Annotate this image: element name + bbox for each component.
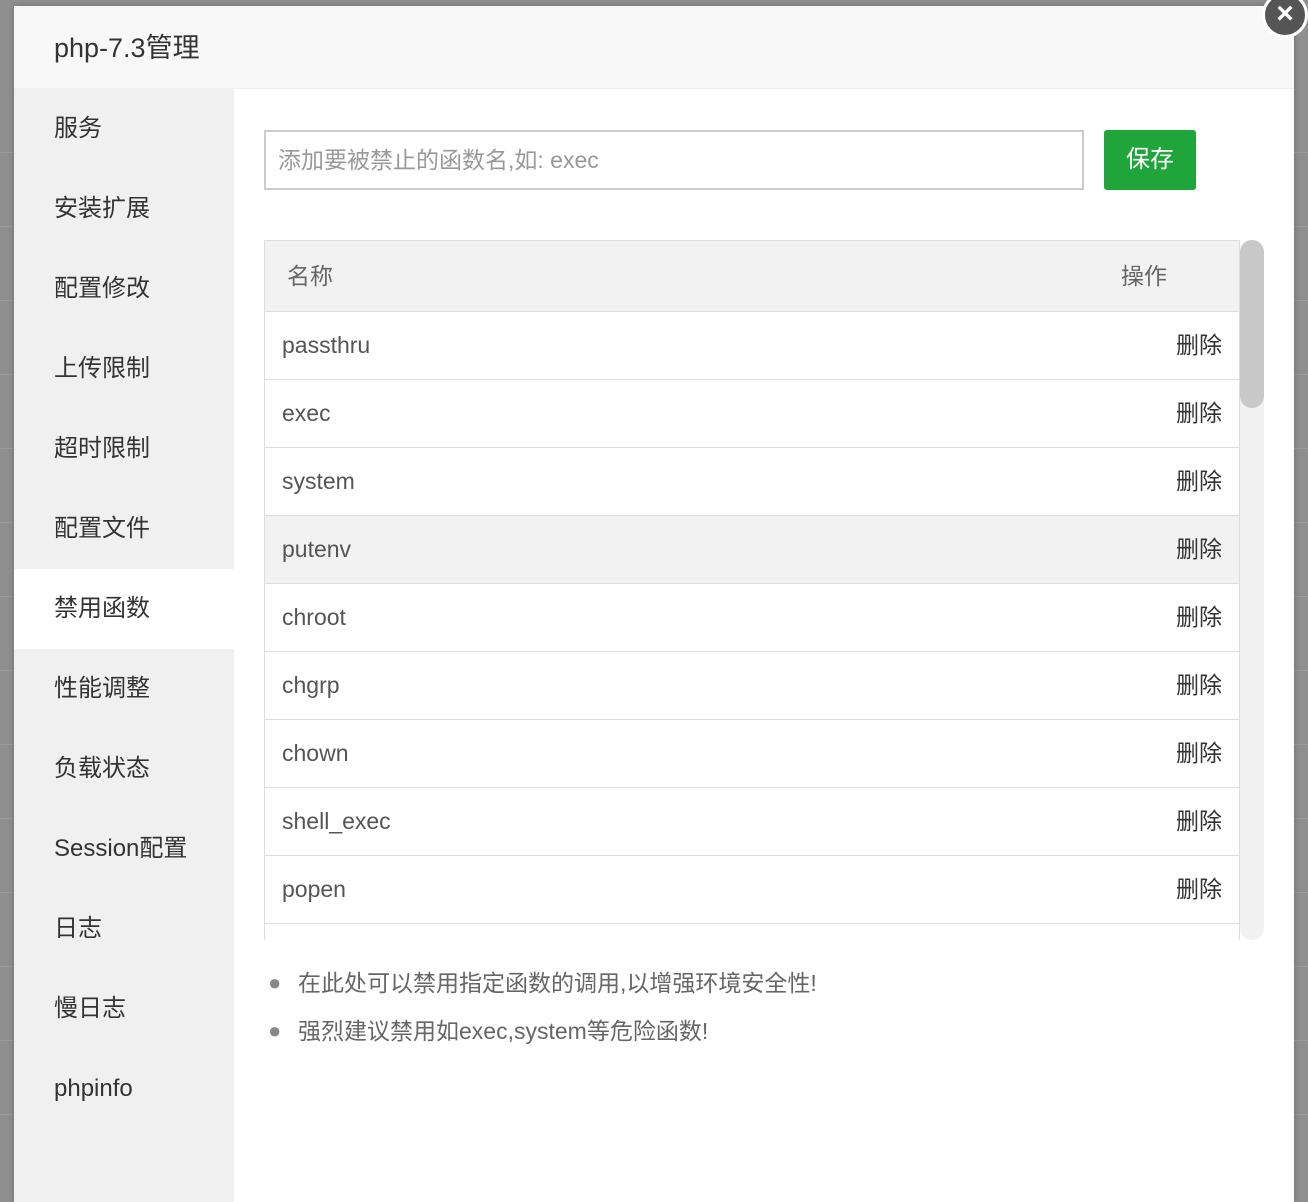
scrollbar-thumb[interactable]: [1240, 240, 1264, 408]
delete-link[interactable]: 删除: [1176, 380, 1222, 447]
sidebar-item-disabled-functions[interactable]: 禁用函数: [14, 569, 234, 649]
function-name: chgrp: [282, 672, 340, 698]
sidebar-item-service[interactable]: 服务: [14, 89, 234, 169]
function-name: shell_exec: [282, 808, 391, 834]
delete-link[interactable]: 删除: [1176, 720, 1222, 787]
function-name: putenv: [282, 536, 352, 562]
tip-item: ● 在此处可以禁用指定函数的调用,以增强环境安全性!: [268, 959, 1278, 1007]
table-row: shell_exec 删除: [265, 788, 1239, 856]
tip-text: 强烈建议禁用如exec,system等危险函数!: [298, 1018, 709, 1044]
function-name-input[interactable]: [264, 130, 1084, 190]
sidebar-item-upload-limit[interactable]: 上传限制: [14, 329, 234, 409]
sidebar-item-log[interactable]: 日志: [14, 889, 234, 969]
function-name: popen: [282, 876, 346, 902]
tips-list: ● 在此处可以禁用指定函数的调用,以增强环境安全性! ● 强烈建议禁用如exec,s…: [264, 959, 1278, 1055]
php-manage-dialog: php-7.3管理 服务 安装扩展 配置修改 上传限制 超时限制 配置文件 禁用…: [14, 6, 1294, 1202]
table-row: chown 删除: [265, 720, 1239, 788]
table-row: popen 删除: [265, 856, 1239, 924]
sidebar-item-config-file[interactable]: 配置文件: [14, 489, 234, 569]
delete-link[interactable]: 删除: [1176, 516, 1222, 583]
table-row: system 删除: [265, 448, 1239, 516]
delete-link[interactable]: 删除: [1176, 584, 1222, 651]
sidebar-item-config-modify[interactable]: 配置修改: [14, 249, 234, 329]
bullet-icon: ●: [268, 970, 282, 995]
column-header-action: 操作: [1121, 263, 1167, 289]
tip-item: ● 强烈建议禁用如exec,system等危险函数!: [268, 1007, 1278, 1055]
table-header: 名称 操作: [265, 241, 1239, 312]
delete-link[interactable]: 删除: [1176, 788, 1222, 855]
sidebar-item-phpinfo[interactable]: phpinfo: [14, 1049, 234, 1129]
main-content: 保存 名称 操作 passthru 删除 exec 删除 system 删除: [234, 89, 1294, 1202]
table-row: chgrp 删除: [265, 652, 1239, 720]
table-row: exec 删除: [265, 380, 1239, 448]
sidebar-item-load-status[interactable]: 负载状态: [14, 729, 234, 809]
sidebar-item-slow-log[interactable]: 慢日志: [14, 969, 234, 1049]
function-name: chroot: [282, 604, 346, 630]
sidebar-item-performance-tuning[interactable]: 性能调整: [14, 649, 234, 729]
function-name: chown: [282, 740, 349, 766]
table-scrollbar[interactable]: [1240, 240, 1264, 940]
table-row: passthru 删除: [265, 312, 1239, 380]
function-name: exec: [282, 400, 331, 426]
table-row: [265, 924, 1239, 940]
delete-link[interactable]: 删除: [1176, 856, 1222, 923]
delete-link[interactable]: 删除: [1176, 312, 1222, 379]
delete-link[interactable]: 删除: [1176, 652, 1222, 719]
dialog-title: php-7.3管理: [54, 33, 200, 63]
sidebar-item-timeout-limit[interactable]: 超时限制: [14, 409, 234, 489]
sidebar-item-install-extension[interactable]: 安装扩展: [14, 169, 234, 249]
tip-text: 在此处可以禁用指定函数的调用,以增强环境安全性!: [298, 970, 817, 996]
disabled-functions-table: 名称 操作 passthru 删除 exec 删除 system 删除 pute…: [264, 240, 1240, 940]
save-button[interactable]: 保存: [1104, 130, 1196, 190]
bullet-icon: ●: [268, 1018, 282, 1043]
sidebar: 服务 安装扩展 配置修改 上传限制 超时限制 配置文件 禁用函数 性能调整 负载…: [14, 89, 234, 1202]
column-header-name: 名称: [287, 263, 333, 289]
sidebar-item-session-config[interactable]: Session配置: [14, 809, 234, 889]
function-name: passthru: [282, 332, 371, 358]
delete-link[interactable]: 删除: [1176, 448, 1222, 515]
function-name: system: [282, 468, 355, 494]
dialog-header: php-7.3管理: [14, 6, 1294, 89]
table-row: putenv 删除: [265, 516, 1239, 584]
table-row: chroot 删除: [265, 584, 1239, 652]
